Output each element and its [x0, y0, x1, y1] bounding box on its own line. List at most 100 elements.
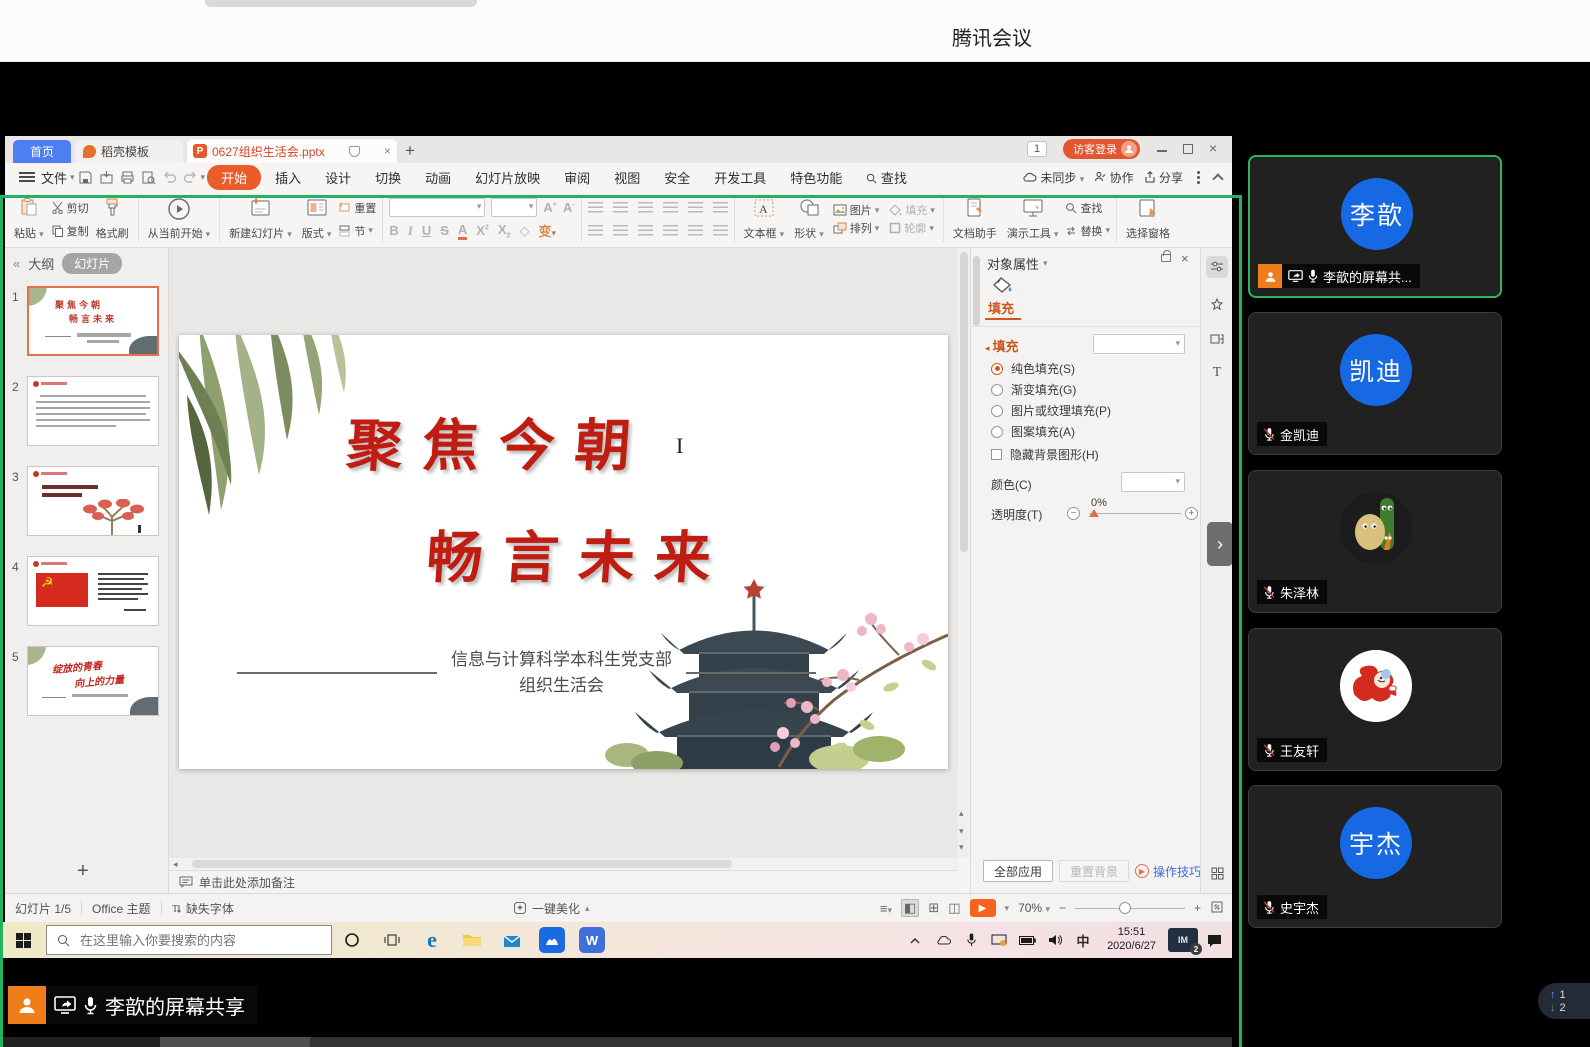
- new-slide-button[interactable]: 新建幻灯片 ▾: [224, 194, 297, 244]
- collapse-panel-icon[interactable]: «: [13, 256, 20, 271]
- zoom-slider-thumb[interactable]: [1119, 902, 1131, 914]
- menu-insert[interactable]: 插入: [263, 165, 313, 190]
- volume-icon[interactable]: [1043, 925, 1067, 955]
- tips-link[interactable]: ▶ 操作技巧: [1135, 863, 1201, 880]
- participant-tile-lixin[interactable]: 李歆 李歆的屏幕共...: [1248, 155, 1502, 298]
- cut-button[interactable]: 剪切: [51, 200, 89, 216]
- menu-animation[interactable]: 动画: [413, 165, 463, 190]
- theme-name[interactable]: Office 主题: [82, 900, 160, 917]
- sync-status[interactable]: 未同步 ▾: [1023, 169, 1084, 186]
- text-direction-icon[interactable]: [688, 202, 703, 213]
- horizontal-scrollbar[interactable]: ◂: [169, 858, 958, 870]
- radio-gradient-fill[interactable]: 渐变填充(G): [991, 381, 1076, 398]
- bold-icon[interactable]: B: [389, 223, 398, 238]
- replace-button[interactable]: 替换 ▾: [1065, 223, 1110, 239]
- font-name-combobox[interactable]: [389, 198, 485, 217]
- menu-transition[interactable]: 切换: [363, 165, 413, 190]
- fill-tab[interactable]: 填充: [988, 298, 1014, 317]
- play-from-current-button[interactable]: 从当前开始 ▾: [143, 194, 216, 244]
- menu-file[interactable]: 文件: [41, 168, 67, 187]
- picture-button[interactable]: 图片▾: [833, 202, 880, 218]
- superscript-icon[interactable]: X2: [476, 223, 489, 238]
- zoom-out-icon[interactable]: −: [1059, 901, 1066, 915]
- next-slide-icon[interactable]: ▾: [959, 826, 964, 837]
- align-left-icon[interactable]: [588, 225, 603, 236]
- columns-icon[interactable]: [713, 225, 728, 236]
- onedrive-icon[interactable]: [931, 925, 955, 955]
- minimize-button[interactable]: [1157, 150, 1167, 152]
- textbox-button[interactable]: A 文本框 ▾: [739, 194, 790, 244]
- slideshow-play-button[interactable]: ▶: [970, 899, 996, 917]
- italic-icon[interactable]: I: [408, 223, 413, 239]
- reset-button[interactable]: 重置: [338, 200, 376, 216]
- cortana-icon[interactable]: [332, 922, 372, 958]
- mail-icon[interactable]: [492, 922, 532, 958]
- task-view-icon[interactable]: [372, 922, 412, 958]
- layout-button[interactable]: 版式 ▾: [297, 194, 337, 244]
- arrange-button[interactable]: 排列▾: [833, 220, 880, 236]
- participant-tile-wangyouxuan[interactable]: 王友轩: [1248, 628, 1502, 771]
- redo-icon[interactable]: [183, 170, 198, 185]
- grid-strip-icon[interactable]: [1206, 862, 1228, 884]
- zoom-in-icon[interactable]: +: [1194, 901, 1201, 915]
- tab-document[interactable]: P 0627组织生活会.pptx ×: [187, 139, 397, 163]
- tab-outline[interactable]: 大纲: [28, 254, 54, 273]
- animation-strip-icon[interactable]: [1206, 294, 1228, 316]
- expand-panel-button[interactable]: ›: [1207, 522, 1233, 566]
- wps-icon[interactable]: W: [572, 922, 612, 958]
- taskbar-clock[interactable]: 15:51 2020/6/27: [1099, 926, 1164, 954]
- more-options-icon[interactable]: [1197, 176, 1200, 179]
- font-size-combobox[interactable]: [491, 198, 537, 217]
- tab-slides[interactable]: 幻灯片: [62, 253, 122, 274]
- radio-solid-fill[interactable]: 纯色填充(S): [991, 360, 1075, 377]
- font-color-icon[interactable]: A: [458, 222, 467, 240]
- file-explorer-icon[interactable]: [452, 922, 492, 958]
- apply-all-button[interactable]: 全部应用: [983, 860, 1053, 882]
- slide-thumbnail-2[interactable]: [27, 376, 159, 446]
- color-combobox[interactable]: [1121, 472, 1185, 492]
- participant-tile-jinkaidi[interactable]: 凯迪 金凯迪: [1248, 312, 1502, 455]
- prev-slide-icon[interactable]: ▴: [959, 808, 964, 819]
- lock-icon[interactable]: [1161, 254, 1171, 262]
- reading-view-icon[interactable]: ◫: [948, 900, 960, 916]
- slide-thumbnail-5[interactable]: 绽放的青春 向上的力量: [27, 646, 159, 716]
- scroll-left-icon[interactable]: ◂: [173, 859, 178, 870]
- mic-tray-icon[interactable]: [959, 925, 983, 955]
- present-tools-button[interactable]: 演示工具 ▾: [1002, 194, 1064, 244]
- selection-pane-button[interactable]: 选择窗格: [1121, 194, 1175, 244]
- zoom-slider[interactable]: [1075, 908, 1185, 909]
- copy-button[interactable]: 复制: [51, 223, 89, 239]
- shrink-font-icon[interactable]: A-: [563, 200, 575, 215]
- slide-sorter-icon[interactable]: ⊞: [928, 900, 939, 916]
- menu-find[interactable]: 查找: [854, 165, 919, 190]
- save-icon[interactable]: [78, 170, 93, 185]
- close-doc-icon[interactable]: ×: [384, 144, 391, 158]
- slide-thumbnail-4[interactable]: ☭: [27, 556, 159, 626]
- outline-button[interactable]: 轮廓▾: [889, 220, 935, 236]
- distribute-icon[interactable]: [688, 225, 703, 236]
- grow-font-icon[interactable]: A+: [543, 200, 556, 215]
- tencent-meeting-icon[interactable]: [532, 922, 572, 958]
- ime-indicator[interactable]: 中: [1071, 925, 1095, 955]
- battery-icon[interactable]: [1015, 925, 1039, 955]
- undo-icon[interactable]: [162, 170, 177, 185]
- edge-icon[interactable]: e: [412, 922, 452, 958]
- start-button[interactable]: [0, 922, 46, 958]
- underline-icon[interactable]: U: [422, 223, 431, 238]
- play-options-icon[interactable]: ▾: [1005, 903, 1010, 914]
- strikethrough-icon[interactable]: S: [440, 223, 449, 238]
- action-center-icon[interactable]: [1202, 925, 1226, 955]
- pin-icon[interactable]: [349, 146, 360, 157]
- slide-canvas[interactable]: 聚焦今朝 畅言未来 信息与计算科学本科生党支部 组织生活会 I: [179, 335, 948, 769]
- doc-assistant-button[interactable]: 文档助手: [948, 194, 1002, 244]
- fill-bucket-icon[interactable]: [991, 276, 1015, 299]
- vertical-scrollbar[interactable]: ▴ ▾ ▾: [958, 248, 970, 858]
- section-button[interactable]: 节 ▾: [338, 223, 376, 239]
- new-tab-button[interactable]: +: [405, 141, 415, 161]
- menu-devtools[interactable]: 开发工具: [702, 165, 778, 190]
- radio-texture-fill[interactable]: 图片或纹理填充(P): [991, 402, 1111, 419]
- close-window-button[interactable]: ×: [1209, 140, 1217, 156]
- panel-scrollbar[interactable]: [973, 256, 980, 326]
- share-button[interactable]: 分享: [1144, 169, 1183, 186]
- justify-icon[interactable]: [663, 225, 678, 236]
